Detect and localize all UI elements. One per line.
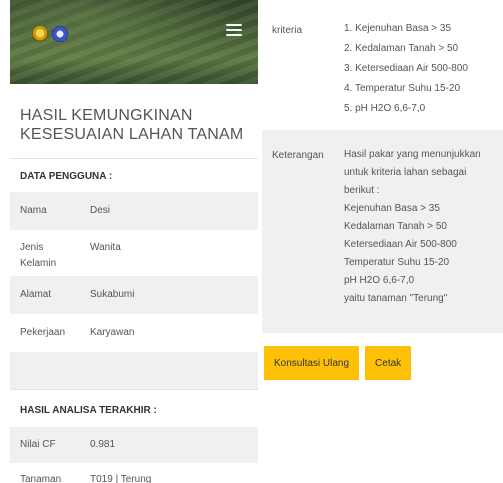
description-text: Hasil pakar yang menunjukkan untuk krite… (344, 148, 502, 310)
user-data-heading: DATA PENGGUNA : (10, 158, 258, 192)
row-label: Tanaman (20, 474, 62, 483)
row-value: Wanita (90, 242, 121, 253)
hamburger-menu-icon[interactable] (226, 24, 242, 36)
institution-emblem-icon (52, 26, 68, 42)
row-value: 0.981 (90, 439, 116, 450)
spacer-row (10, 352, 258, 389)
left-panel: HASIL KEMUNGKINAN KESESUAIAN LAHAN TANAM… (10, 0, 258, 483)
description-line: yaitu tanaman "Terung" (344, 293, 448, 304)
analysis-row-cf: Nilai CF 0.981 (10, 427, 258, 463)
description-line: Ketersediaan Air 500-800 (344, 239, 457, 250)
criteria-item: 4. Temperatur Suhu 15-20 (344, 83, 461, 94)
criteria-list: 1. Kejenuhan Basa > 35 2. Kedalaman Tana… (344, 23, 468, 123)
criteria-item: 2. Kedalaman Tanah > 50 (344, 43, 459, 54)
description-box: Keterangan Hasil pakar yang menunjukkan … (262, 130, 503, 333)
criteria-box: kriteria 1. Kejenuhan Basa > 35 2. Kedal… (262, 0, 503, 130)
criteria-item: 5. pH H2O 6,6-7,0 (344, 103, 426, 114)
row-value: T019 | Terung (90, 474, 152, 483)
description-line: pH H2O 6,6-7,0 (344, 275, 415, 286)
description-line: Hasil pakar yang menunjukkan (344, 149, 481, 160)
criteria-item: 3. Ketersediaan Air 500-800 (344, 63, 468, 74)
university-emblem-icon (32, 26, 48, 42)
description-line: berikut : (344, 185, 380, 196)
user-row-name: Nama Desi (10, 192, 258, 230)
description-line: Kedalaman Tanah > 50 (344, 221, 447, 232)
description-line: untuk kriteria lahan sebagai (344, 167, 467, 178)
user-row-occupation: Pekerjaan Karyawan (10, 314, 258, 352)
page-title: HASIL KEMUNGKINAN KESESUAIAN LAHAN TANAM (10, 84, 258, 158)
description-line: Temperatur Suhu 15-20 (344, 257, 450, 268)
criteria-label: kriteria (272, 25, 303, 36)
consult-again-button[interactable]: Konsultasi Ulang (264, 346, 360, 380)
user-row-gender: Jenis Kelamin Wanita (10, 230, 258, 276)
print-button[interactable]: Cetak (365, 346, 412, 380)
right-panel: kriteria 1. Kejenuhan Basa > 35 2. Kedal… (262, 0, 503, 388)
action-buttons: Konsultasi Ulang Cetak (264, 346, 412, 380)
row-value: Desi (90, 205, 111, 216)
row-value: Karyawan (90, 327, 135, 338)
header-hero-banner (10, 0, 258, 84)
row-label: Nilai CF (20, 439, 56, 450)
row-label: Pekerjaan (20, 327, 66, 338)
row-label: Nama (20, 205, 47, 216)
row-value: Sukabumi (90, 289, 135, 300)
user-row-address: Alamat Sukabumi (10, 276, 258, 314)
description-line: Kejenuhan Basa > 35 (344, 203, 440, 214)
analysis-row-plant: Tanaman T019 | Terung (10, 463, 258, 483)
description-label: Keterangan (272, 150, 324, 161)
analysis-heading: HASIL ANALISA TERAKHIR : (10, 389, 258, 427)
row-label: Alamat (20, 289, 52, 300)
row-label: Jenis Kelamin (20, 242, 57, 269)
criteria-item: 1. Kejenuhan Basa > 35 (344, 23, 452, 34)
